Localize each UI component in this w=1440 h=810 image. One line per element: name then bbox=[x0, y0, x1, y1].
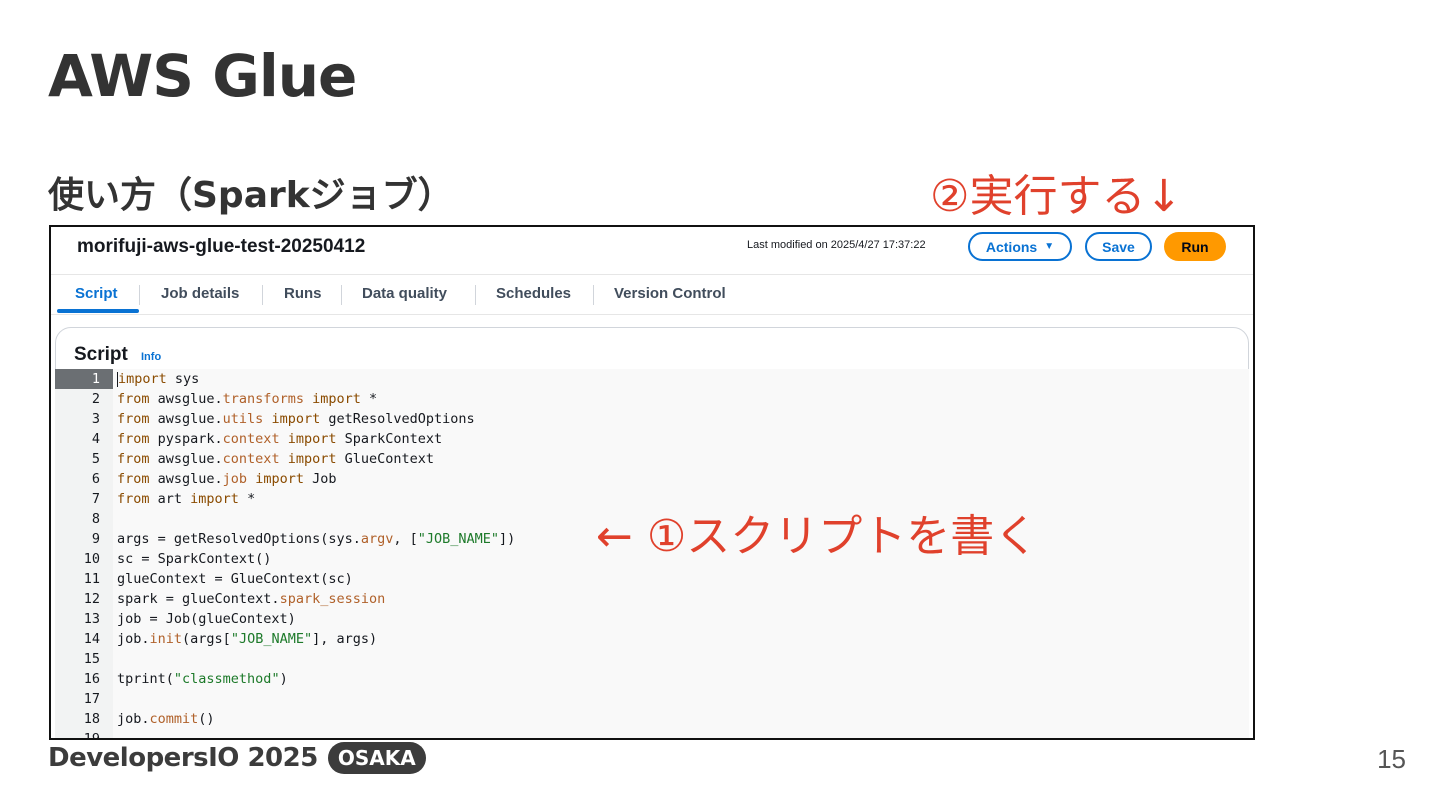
line-number: 11 bbox=[83, 571, 100, 587]
actions-button-label: Actions bbox=[985, 238, 1038, 255]
tab-data-quality[interactable]: Data quality bbox=[362, 285, 447, 302]
code-text: job.init(args["JOB_NAME"], args) bbox=[117, 631, 378, 647]
line-number: 18 bbox=[83, 711, 100, 727]
actions-button[interactable]: Actions ▼ bbox=[968, 232, 1072, 261]
tab-divider bbox=[139, 285, 140, 305]
slide-title: AWS Glue bbox=[48, 42, 357, 110]
slide-subtitle: 使い方（Sparkジョブ） bbox=[48, 175, 454, 216]
line-number: 5 bbox=[91, 451, 100, 467]
code-text: from awsglue.job import Job bbox=[117, 471, 337, 487]
glue-console-screenshot: morifuji-aws-glue-test-20250412 Last mod… bbox=[49, 225, 1255, 740]
line-number: 13 bbox=[83, 611, 100, 627]
line-number: 15 bbox=[83, 651, 100, 667]
code-line: 19 bbox=[55, 729, 1249, 740]
code-line: 18 job.commit() bbox=[55, 709, 1249, 729]
line-number: 17 bbox=[83, 691, 100, 707]
script-panel-title: Script bbox=[74, 344, 128, 365]
job-header: morifuji-aws-glue-test-20250412 Last mod… bbox=[51, 227, 1253, 275]
code-text: job.commit() bbox=[117, 711, 215, 727]
code-line: 13 job = Job(glueContext) bbox=[55, 609, 1249, 629]
code-line: 15 bbox=[55, 649, 1249, 669]
line-number: 9 bbox=[91, 531, 100, 547]
annotation-run: ②実行する↓ bbox=[930, 171, 1183, 222]
line-number: 2 bbox=[91, 391, 100, 407]
tab-divider bbox=[262, 285, 263, 305]
job-name: morifuji-aws-glue-test-20250412 bbox=[77, 236, 366, 257]
code-text: from awsglue.transforms import * bbox=[117, 391, 378, 407]
tab-runs[interactable]: Runs bbox=[284, 285, 322, 302]
code-line: 2 from awsglue.transforms import * bbox=[55, 389, 1249, 409]
annotation-script: ← ①スクリプトを書く bbox=[596, 511, 1039, 562]
event-location-badge: OSAKA bbox=[327, 742, 426, 774]
code-text: args = getResolvedOptions(sys.argv, ["JO… bbox=[117, 531, 516, 547]
code-text: tprint("classmethod") bbox=[117, 671, 288, 687]
code-text: from awsglue.utils import getResolvedOpt… bbox=[117, 411, 475, 427]
code-text: job = Job(glueContext) bbox=[117, 611, 296, 627]
code-line: 17 bbox=[55, 689, 1249, 709]
job-tabs: Script Job details Runs Data quality Sch… bbox=[51, 275, 1253, 315]
event-name: DevelopersIO 2025 bbox=[48, 743, 318, 773]
code-text: from awsglue.context import GlueContext bbox=[117, 451, 435, 467]
code-line: 4 from pyspark.context import SparkContex… bbox=[55, 429, 1249, 449]
caret-down-icon: ▼ bbox=[1044, 241, 1055, 252]
code-line: 11 glueContext = GlueContext(sc) bbox=[55, 569, 1249, 589]
code-line: 1 import sys bbox=[55, 369, 1249, 389]
code-line: 5 from awsglue.context import GlueContext bbox=[55, 449, 1249, 469]
code-text: spark = glueContext.spark_session bbox=[117, 591, 386, 607]
line-number: 10 bbox=[83, 551, 100, 567]
line-number: 7 bbox=[91, 491, 100, 507]
code-text: from art import * bbox=[117, 491, 256, 507]
code-line: 12 spark = glueContext.spark_session bbox=[55, 589, 1249, 609]
line-number: 16 bbox=[83, 671, 100, 687]
code-text: sc = SparkContext() bbox=[117, 551, 272, 567]
last-modified-text: Last modified on 2025/4/27 17:37:22 bbox=[747, 239, 926, 251]
tab-script[interactable]: Script bbox=[75, 285, 118, 302]
code-line: 16 tprint("classmethod") bbox=[55, 669, 1249, 689]
line-number: 14 bbox=[83, 631, 100, 647]
tab-divider bbox=[593, 285, 594, 305]
line-number: 1 bbox=[55, 369, 113, 389]
code-text: from pyspark.context import SparkContext bbox=[117, 431, 443, 447]
line-number: 3 bbox=[91, 411, 100, 427]
line-number: 12 bbox=[83, 591, 100, 607]
active-tab-indicator bbox=[57, 309, 139, 313]
code-text: import sys bbox=[117, 371, 200, 387]
code-line: 14 job.init(args["JOB_NAME"], args) bbox=[55, 629, 1249, 649]
tab-divider bbox=[341, 285, 342, 305]
info-link[interactable]: Info bbox=[141, 351, 161, 363]
line-number: 8 bbox=[91, 511, 100, 527]
tab-divider bbox=[475, 285, 476, 305]
line-number: 4 bbox=[91, 431, 100, 447]
tab-job-details[interactable]: Job details bbox=[161, 285, 239, 302]
code-line: 6 from awsglue.job import Job bbox=[55, 469, 1249, 489]
event-logo: DevelopersIO 2025 OSAKA bbox=[48, 742, 426, 774]
code-line: 3 from awsglue.utils import getResolvedOp… bbox=[55, 409, 1249, 429]
tab-version-control[interactable]: Version Control bbox=[614, 285, 726, 302]
page-number: 15 bbox=[1377, 744, 1406, 774]
save-button[interactable]: Save bbox=[1085, 232, 1152, 261]
line-number: 19 bbox=[83, 731, 100, 740]
tab-schedules[interactable]: Schedules bbox=[496, 285, 571, 302]
line-number: 6 bbox=[91, 471, 100, 487]
code-text: glueContext = GlueContext(sc) bbox=[117, 571, 353, 587]
run-button[interactable]: Run bbox=[1164, 232, 1226, 261]
